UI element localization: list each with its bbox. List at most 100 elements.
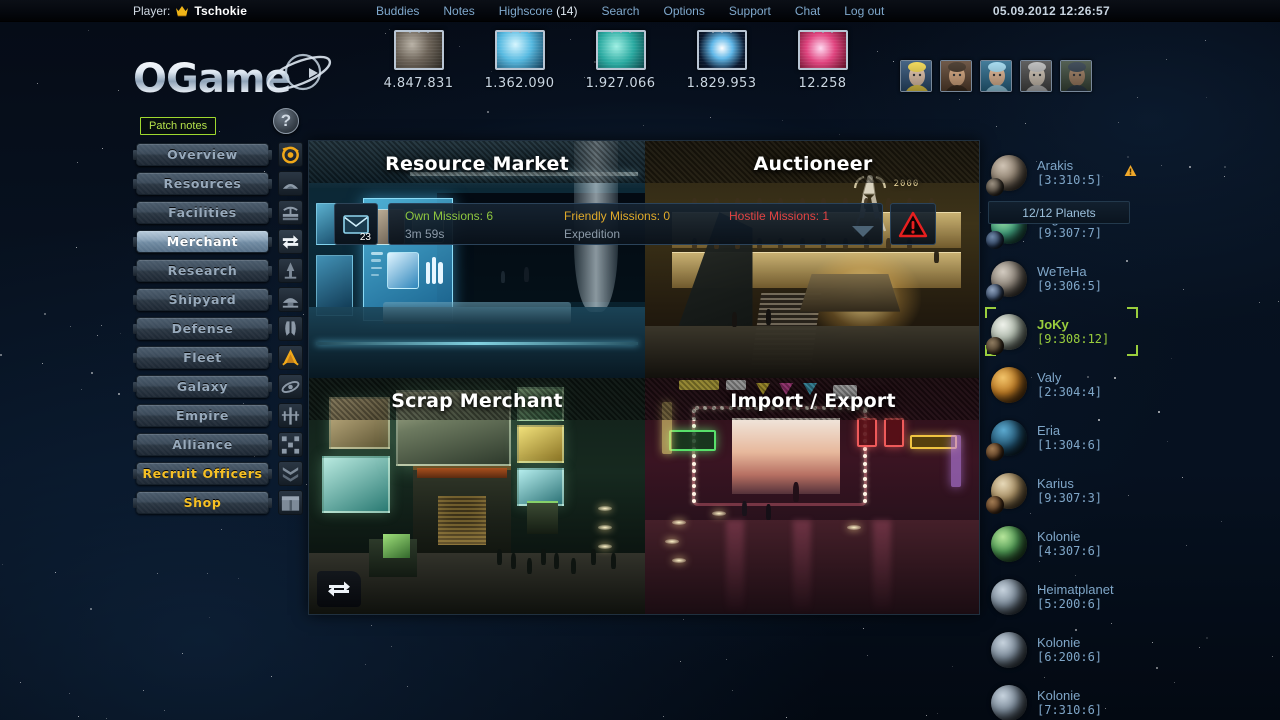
- shop-icon[interactable]: [278, 490, 303, 515]
- planet-name: Arakis: [1037, 157, 1074, 173]
- shipyard-icon[interactable]: [278, 287, 303, 312]
- topnav-label: Notes: [443, 4, 475, 18]
- resource-darkmatter[interactable]: 1.829.953: [671, 30, 772, 91]
- planet-text: Arakis [3:310:5]: [1037, 158, 1102, 188]
- planet-list-item[interactable]: Valy [2:304:4]: [985, 358, 1165, 411]
- planet-icon[interactable]: [986, 419, 1027, 461]
- planet-icon[interactable]: [986, 472, 1027, 514]
- resource-metal[interactable]: 4.847.831: [368, 30, 469, 91]
- scrap-merchant-panel[interactable]: Scrap Merchant: [309, 378, 645, 614]
- resource-deuterium[interactable]: 1.927.066: [570, 30, 671, 91]
- selection-corner: [1127, 345, 1138, 356]
- alert-button[interactable]: [890, 203, 936, 245]
- moon-icon[interactable]: [986, 283, 1004, 302]
- moon-icon[interactable]: [986, 495, 1004, 514]
- commander-officer[interactable]: [900, 60, 932, 92]
- planet-name: Valy: [1037, 369, 1062, 385]
- planet-coordinates: [2:304:4]: [1037, 384, 1103, 399]
- header-area: OGame 4.847.831 1.362.090 1.927.066 1.829.9…: [0, 22, 1280, 102]
- sidebar-item-label: Shipyard: [168, 292, 237, 307]
- resource-energy[interactable]: 12.258: [772, 30, 873, 91]
- planet-list-item[interactable]: Kolonie [7:310:6]: [985, 676, 1165, 720]
- planet-list-item[interactable]: JoKy [9:308:12]: [985, 305, 1165, 358]
- planet-list-item[interactable]: WeTeHa [9:306:5]: [985, 252, 1165, 305]
- sidebar-item-facilities[interactable]: Facilities: [133, 201, 272, 224]
- resources-icon[interactable]: [278, 171, 303, 196]
- planet-icon[interactable]: [991, 366, 1027, 403]
- officers-icon[interactable]: [278, 461, 303, 486]
- planet-icon[interactable]: [991, 631, 1027, 668]
- planet-icon[interactable]: [991, 525, 1027, 562]
- research-icon[interactable]: [278, 258, 303, 283]
- sidebar-item-fleet[interactable]: Fleet: [133, 346, 272, 369]
- merchant-icon[interactable]: [278, 229, 303, 254]
- topnav-link-logout[interactable]: Log out: [844, 4, 884, 18]
- energy-icon: [797, 30, 848, 70]
- sidebar-item-galaxy[interactable]: Galaxy: [133, 375, 272, 398]
- planet-icon[interactable]: [986, 260, 1027, 302]
- mission-timer: 3m 59s: [405, 227, 445, 241]
- sidebar-item-resources[interactable]: Resources: [133, 172, 272, 195]
- swap-button[interactable]: [317, 571, 361, 607]
- sidebar-item-label: Facilities: [168, 205, 237, 220]
- engineer-officer[interactable]: [980, 60, 1012, 92]
- topnav-link-highscore[interactable]: Highscore (14): [499, 4, 578, 18]
- planet-list-item[interactable]: Kolonie [6:200:6]: [985, 623, 1165, 676]
- topnav-link-search[interactable]: Search: [601, 4, 639, 18]
- sidebar-item-shop[interactable]: Shop: [133, 491, 272, 514]
- sidebar-item-research[interactable]: Research: [133, 259, 272, 282]
- facilities-icon[interactable]: [278, 200, 303, 225]
- topnav-link-chat[interactable]: Chat: [795, 4, 820, 18]
- auctioneer-panel[interactable]: 2000 Auctioneer: [645, 141, 979, 378]
- topnav-link-notes[interactable]: Notes: [443, 4, 474, 18]
- fleet-icon[interactable]: [278, 345, 303, 370]
- geologist-officer[interactable]: [1020, 60, 1052, 92]
- planet-warning-icon[interactable]: [1124, 164, 1137, 177]
- resource-value-energy: 12.258: [798, 76, 847, 91]
- topnav-link-options[interactable]: Options: [663, 4, 704, 18]
- import-export-panel[interactable]: Import / Export: [645, 378, 979, 614]
- patch-notes-link[interactable]: Patch notes: [140, 117, 217, 135]
- topnav-label: Support: [728, 4, 771, 18]
- moon-icon[interactable]: [986, 336, 1004, 355]
- sidebar-item-shipyard[interactable]: Shipyard: [133, 288, 272, 311]
- planet-list-item[interactable]: Karius [9:307:3]: [985, 464, 1165, 517]
- topnav-link-buddies[interactable]: Buddies: [376, 4, 419, 18]
- planet-icon[interactable]: [991, 684, 1027, 720]
- admiral-officer[interactable]: [940, 60, 972, 92]
- ogame-logo[interactable]: OGame: [133, 38, 333, 102]
- chevron-down-icon[interactable]: [852, 226, 874, 237]
- sidebar-item-empire[interactable]: Empire: [133, 404, 272, 427]
- planet-name: Heimatplanet: [1037, 581, 1114, 597]
- technocrat-officer[interactable]: [1060, 60, 1092, 92]
- planet-coordinates: [9:306:5]: [1037, 278, 1103, 293]
- sidebar-item-merchant[interactable]: Merchant: [133, 230, 272, 253]
- planet-list-item[interactable]: Eria [1:304:6]: [985, 411, 1165, 464]
- defense-icon[interactable]: [278, 316, 303, 341]
- crown-icon: [175, 5, 189, 17]
- mission-summary-panel[interactable]: Own Missions: 6 Friendly Missions: 0 Hos…: [388, 203, 883, 245]
- moon-icon[interactable]: [986, 442, 1004, 461]
- resource-value-metal: 4.847.831: [383, 76, 454, 91]
- planet-list-item[interactable]: Heimatplanet [5:200:6]: [985, 570, 1165, 623]
- empire-icon[interactable]: [278, 403, 303, 428]
- mission-counts-row: Own Missions: 6 Friendly Missions: 0 Hos…: [389, 207, 882, 225]
- sidebar-item-recruit-officers[interactable]: Recruit Officers: [133, 462, 272, 485]
- help-button[interactable]: ?: [273, 108, 299, 134]
- resource-crystal[interactable]: 1.362.090: [469, 30, 570, 91]
- moon-icon[interactable]: [986, 177, 1004, 196]
- alliance-icon[interactable]: [278, 432, 303, 457]
- resource-market-panel[interactable]: Resource Market: [309, 141, 645, 378]
- sidebar-row-facilities: Facilities: [133, 198, 303, 227]
- planet-icon[interactable]: [986, 313, 1027, 355]
- sidebar-item-alliance[interactable]: Alliance: [133, 433, 272, 456]
- galaxy-icon[interactable]: [278, 374, 303, 399]
- messages-button[interactable]: 23: [334, 203, 378, 245]
- topnav-link-support[interactable]: Support: [729, 4, 771, 18]
- planet-list-item[interactable]: Kolonie [4:307:6]: [985, 517, 1165, 570]
- moon-icon[interactable]: [986, 230, 1004, 249]
- planet-icon[interactable]: [991, 578, 1027, 615]
- planet-icon[interactable]: [986, 154, 1027, 196]
- planet-list-item[interactable]: Arakis [3:310:5]: [985, 146, 1165, 199]
- sidebar-item-defense[interactable]: Defense: [133, 317, 272, 340]
